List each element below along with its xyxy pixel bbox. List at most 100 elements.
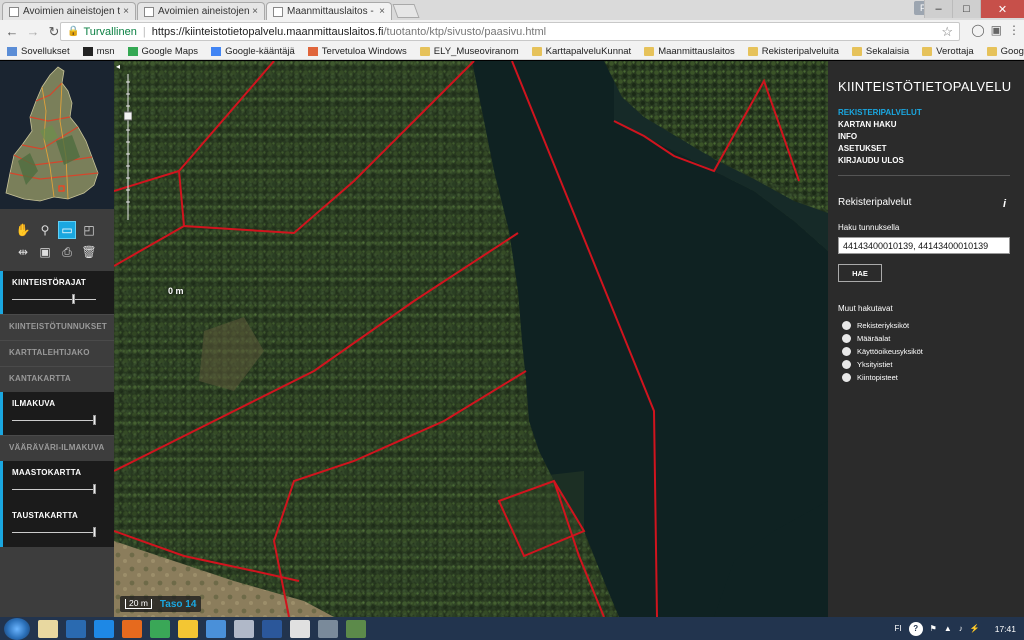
print-icon[interactable]: ⎙ xyxy=(58,243,76,261)
bookmark-10[interactable]: Sekalaisia xyxy=(851,46,909,57)
collapse-panel-icon[interactable]: ◂ xyxy=(116,62,126,72)
new-tab-button[interactable] xyxy=(392,4,420,18)
radio-label: Kiintopisteet xyxy=(857,373,898,382)
opacity-slider[interactable] xyxy=(12,415,96,425)
measure-area-icon[interactable]: ◰ xyxy=(80,221,98,239)
radio-button[interactable] xyxy=(842,334,851,343)
radio-rekisteriyksikot[interactable]: Rekisteriyksiköt xyxy=(842,321,909,330)
slider-knob[interactable] xyxy=(93,484,96,494)
opacity-slider[interactable] xyxy=(12,527,96,537)
layer-vääräväri-ilmakuva[interactable]: VÄÄRÄVÄRI-ILMAKUVA xyxy=(0,435,114,461)
close-window-button[interactable]: ✕ xyxy=(980,0,1024,18)
tab-close-icon[interactable]: × xyxy=(249,6,258,17)
text-label-icon[interactable]: ▣ xyxy=(36,243,54,261)
bookmark-2[interactable]: msn xyxy=(82,46,115,57)
move-arrows-icon[interactable]: ⇹ xyxy=(14,243,32,261)
measure-line-icon[interactable]: ▭ xyxy=(58,221,76,239)
radio-kiintopisteet[interactable]: Kiintopisteet xyxy=(842,373,898,382)
bookmark-11[interactable]: Verottaja xyxy=(922,46,974,57)
firefox-icon[interactable] xyxy=(122,619,142,638)
volume-icon[interactable]: ♪ xyxy=(959,624,963,633)
menu-item-kartan-haku[interactable]: KARTAN HAKU xyxy=(838,120,897,129)
layer-maastokartta[interactable]: MAASTOKARTTA xyxy=(0,461,114,504)
browser-tab-2[interactable]: Avoimien aineistojen tie × xyxy=(137,2,265,20)
extension-icon-2[interactable]: ▣ xyxy=(991,23,1002,37)
secure-label: Turvallinen xyxy=(83,25,137,38)
radio-button[interactable] xyxy=(842,321,851,330)
trash-icon[interactable]: 🗑 xyxy=(80,243,98,261)
info-icon[interactable]: i xyxy=(1003,198,1006,210)
power-icon[interactable]: ⚡ xyxy=(970,624,980,633)
map-tool-icon[interactable] xyxy=(346,619,366,638)
bookmark-5[interactable]: Tervetuloa Windows xyxy=(307,46,407,57)
mail-icon[interactable] xyxy=(234,619,254,638)
start-button[interactable] xyxy=(4,617,30,640)
help-icon[interactable]: ? xyxy=(908,621,923,636)
bookmark-8[interactable]: Maanmittauslaitos xyxy=(644,46,735,57)
radio-maaraalat[interactable]: Määräalat xyxy=(842,334,890,343)
tab-close-icon[interactable]: × xyxy=(376,6,385,17)
menu-item-rekisteripalvelut[interactable]: REKISTERIPALVELUT xyxy=(838,108,922,117)
tab-close-icon[interactable]: × xyxy=(120,6,129,17)
explorer-icon[interactable] xyxy=(38,619,58,638)
flag-icon[interactable]: ⚑ xyxy=(930,624,937,633)
maximize-button[interactable]: □ xyxy=(952,0,980,18)
slider-knob[interactable] xyxy=(93,415,96,425)
minimize-button[interactable]: – xyxy=(924,0,952,18)
extension-icon[interactable]: ◯ xyxy=(971,23,984,37)
menu-item-info[interactable]: INFO xyxy=(838,132,857,141)
bookmark-1[interactable]: Sovellukset xyxy=(7,46,70,57)
chrome-icon[interactable] xyxy=(150,619,170,638)
bookmark-9[interactable]: Rekisteripalveluita xyxy=(747,46,839,57)
map-view[interactable] xyxy=(114,61,828,617)
radio-button[interactable] xyxy=(842,360,851,369)
address-bar[interactable]: 🔒 Turvallinen | https://kiinteistotietop… xyxy=(60,22,960,41)
star-icon[interactable]: ☆ xyxy=(941,24,953,40)
radio-kayttooikeusyksikot[interactable]: Käyttöoikeusyksiköt xyxy=(842,347,923,356)
bookmark-3[interactable]: Google Maps xyxy=(127,46,198,57)
bookmark-6[interactable]: ELY_Museoviranom xyxy=(419,46,519,57)
pdf-icon[interactable] xyxy=(290,619,310,638)
network-icon[interactable]: ▲ xyxy=(944,624,952,633)
layer-karttalehtijako[interactable]: KARTTALEHTIJAKO xyxy=(0,340,114,366)
layer-kiinteistötunnukset[interactable]: KIINTEISTÖTUNNUKSET xyxy=(0,314,114,340)
bookmark-12[interactable]: Google xyxy=(986,46,1024,57)
search-button[interactable]: HAE xyxy=(838,264,882,282)
browser-tab-1[interactable]: Avoimien aineistojen tie × xyxy=(2,2,136,20)
browser-tab-3[interactable]: Maanmittauslaitos - Kiin × xyxy=(266,2,392,20)
overview-minimap[interactable] xyxy=(0,61,114,209)
layer-ilmakuva[interactable]: ILMAKUVA xyxy=(0,392,114,435)
word-icon[interactable] xyxy=(262,619,282,638)
pan-hand-icon[interactable]: ✋ xyxy=(14,221,32,239)
control-panel-icon[interactable] xyxy=(318,619,338,638)
folder-icon xyxy=(419,46,430,56)
layer-taustakartta[interactable]: TAUSTAKARTTA xyxy=(0,504,114,547)
menu-item-kirjaudu-ulos[interactable]: KIRJAUDU ULOS xyxy=(838,156,904,165)
bookmark-7[interactable]: KarttapalveluKunnat xyxy=(531,46,631,57)
radio-button[interactable] xyxy=(842,347,851,356)
media-player-icon[interactable] xyxy=(66,619,86,638)
opacity-slider[interactable] xyxy=(12,484,96,494)
forward-arrow-icon[interactable]: → xyxy=(24,23,42,41)
slider-knob[interactable] xyxy=(93,527,96,537)
paint-icon[interactable] xyxy=(206,619,226,638)
notes-icon[interactable] xyxy=(178,619,198,638)
language-indicator[interactable]: FI xyxy=(895,624,902,633)
slider-knob[interactable] xyxy=(72,294,75,304)
back-arrow-icon[interactable]: ← xyxy=(3,23,21,41)
clock[interactable]: 17:41 xyxy=(995,624,1016,634)
folder-icon xyxy=(851,46,862,56)
ie-icon[interactable] xyxy=(94,619,114,638)
opacity-slider[interactable] xyxy=(12,294,96,304)
radio-yksityistiet[interactable]: Yksityistiet xyxy=(842,360,892,369)
menu-item-asetukset[interactable]: ASETUKSET xyxy=(838,144,886,153)
bookmark-4[interactable]: Google-kääntäjä xyxy=(211,46,295,57)
menu-dots-icon[interactable]: ⋮ xyxy=(1008,23,1020,37)
pin-icon[interactable]: ⚲ xyxy=(36,221,54,239)
map-toolbar: ✋ ⚲ ▭ ◰ ⇹ ▣ ⎙ 🗑 xyxy=(0,221,114,265)
radio-button[interactable] xyxy=(842,373,851,382)
layer-kiinteistörajat[interactable]: KIINTEISTÖRAJAT xyxy=(0,271,114,314)
zoom-slider[interactable] xyxy=(123,72,133,222)
search-id-input[interactable] xyxy=(838,237,1010,254)
layer-kantakartta[interactable]: KANTAKARTTA xyxy=(0,366,114,392)
